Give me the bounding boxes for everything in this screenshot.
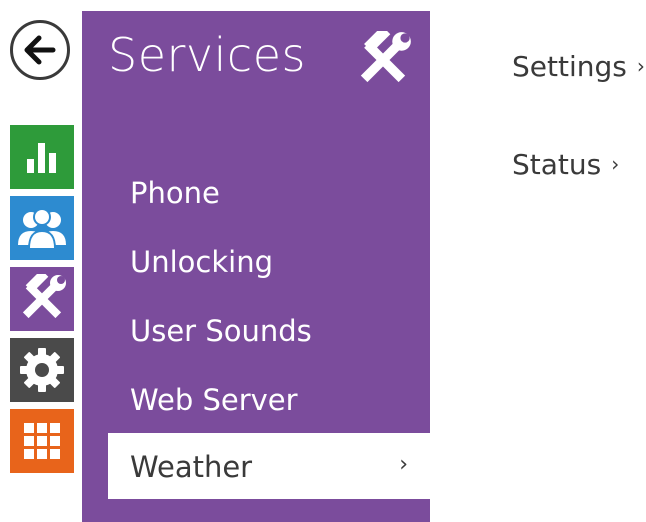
gear-icon [20,348,64,392]
nav-tile-status[interactable] [10,125,74,189]
chevron-right-icon: › [636,54,645,78]
bar-chart-icon [27,143,56,173]
menu-item-weather[interactable]: Weather › [108,433,430,499]
panel-title: Services [108,28,306,82]
grid-icon [24,423,60,459]
nav-tile-services[interactable] [10,267,74,331]
chevron-right-icon: › [611,152,620,176]
menu-item-label: Phone [130,176,220,210]
services-panel: Services Phone Unlocking User Sounds Web… [82,11,430,522]
settings-link[interactable]: Settings › [512,48,645,85]
nav-tile-system[interactable] [10,409,74,473]
back-button[interactable] [10,20,70,80]
tools-icon [360,31,411,83]
tools-icon [22,274,66,319]
arrow-left-icon [24,35,56,65]
menu-item-label: Unlocking [130,245,273,279]
status-link-label: Status [512,148,602,181]
menu-item-unlocking[interactable]: Unlocking [82,232,430,292]
menu-item-user-sounds[interactable]: User Sounds [82,301,430,361]
settings-link-label: Settings [512,50,627,83]
menu-item-label: User Sounds [130,314,312,348]
nav-tile-directory[interactable] [10,196,74,260]
menu-item-label: Web Server [130,383,298,417]
users-icon [18,208,66,249]
menu-item-web-server[interactable]: Web Server [82,370,430,430]
menu-item-phone[interactable]: Phone [82,163,430,223]
nav-tile-hardware[interactable] [10,338,74,402]
chevron-right-icon: › [399,452,408,477]
status-link[interactable]: Status › [512,146,619,183]
menu-item-label: Weather [130,450,253,484]
